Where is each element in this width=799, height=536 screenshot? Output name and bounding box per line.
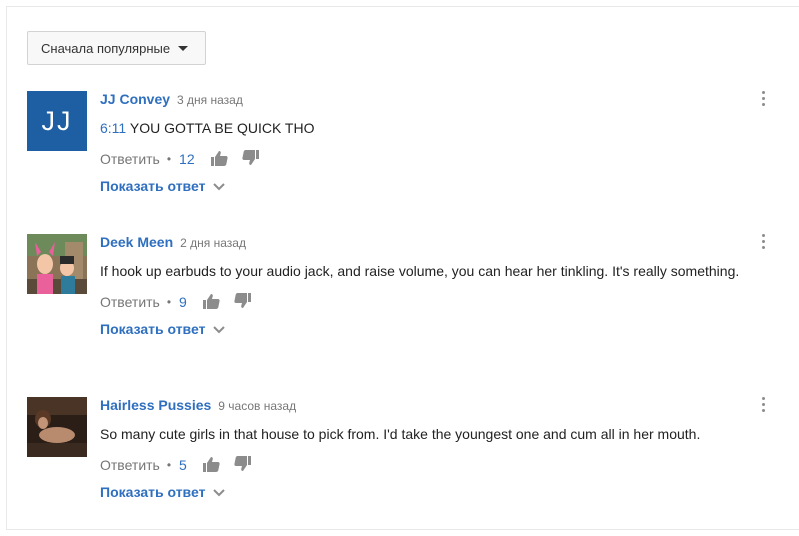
comment-author[interactable]: Hairless Pussies	[100, 397, 211, 413]
sort-dropdown[interactable]: Сначала популярные	[27, 31, 206, 65]
comment-time[interactable]: 9 часов назад	[218, 399, 296, 413]
like-count: 9	[179, 294, 187, 310]
separator-dot: •	[166, 295, 172, 309]
show-replies-label: Показать ответ	[100, 321, 206, 337]
comment-time[interactable]: 2 дня назад	[180, 236, 246, 250]
comment-text: 6:11 YOU GOTTA BE QUICK THO	[100, 118, 760, 139]
video-timestamp-link[interactable]: 6:11	[100, 120, 126, 136]
more-options-icon[interactable]	[760, 397, 766, 413]
sort-label: Сначала популярные	[41, 40, 171, 56]
caret-down-icon	[178, 45, 189, 51]
more-options-icon[interactable]	[760, 234, 766, 250]
comment-author[interactable]: JJ Convey	[100, 91, 170, 107]
thumbs-up-icon[interactable]	[202, 293, 221, 312]
comment-text-body: YOU GOTTA BE QUICK THO	[129, 120, 315, 136]
comment-text: So many cute girls in that house to pick…	[100, 426, 701, 442]
separator-dot: •	[166, 152, 172, 166]
show-replies-label: Показать ответ	[100, 484, 206, 500]
avatar-initials: JJ	[41, 105, 73, 136]
reply-button[interactable]: Ответить	[100, 457, 160, 473]
chevron-down-icon	[213, 321, 226, 337]
avatar[interactable]: JJ	[27, 91, 87, 151]
show-replies-button[interactable]: Показать ответ	[100, 321, 760, 337]
more-options-icon[interactable]	[760, 91, 766, 107]
reply-button[interactable]: Ответить	[100, 294, 160, 310]
like-count: 5	[179, 457, 187, 473]
avatar[interactable]	[27, 234, 87, 294]
chevron-down-icon	[213, 178, 226, 194]
comment-author[interactable]: Deek Meen	[100, 234, 173, 250]
show-replies-label: Показать ответ	[100, 178, 206, 194]
show-replies-button[interactable]: Показать ответ	[100, 484, 760, 500]
comment-time[interactable]: 3 дня назад	[177, 93, 243, 107]
avatar[interactable]	[27, 397, 87, 457]
thumbs-down-icon[interactable]	[233, 292, 251, 312]
thumbs-down-icon[interactable]	[233, 455, 251, 475]
chevron-down-icon	[213, 484, 226, 500]
thumbs-down-icon[interactable]	[241, 149, 259, 169]
separator-dot: •	[166, 458, 172, 472]
thumbs-up-icon[interactable]	[202, 456, 221, 475]
like-count: 12	[179, 151, 195, 167]
reply-button[interactable]: Ответить	[100, 151, 160, 167]
show-replies-button[interactable]: Показать ответ	[100, 178, 760, 194]
thumbs-up-icon[interactable]	[210, 150, 229, 169]
comment-text: If hook up earbuds to your audio jack, a…	[100, 263, 740, 279]
